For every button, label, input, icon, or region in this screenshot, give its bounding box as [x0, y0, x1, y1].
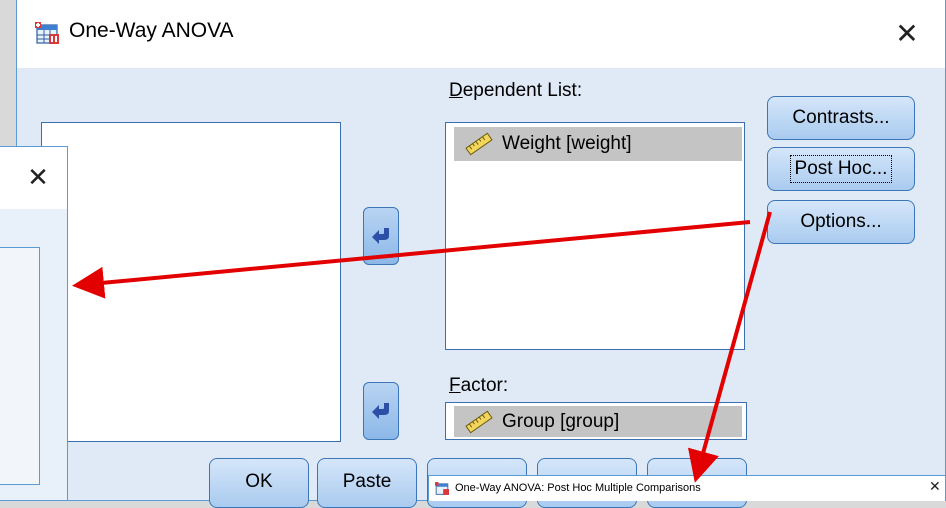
app-table-icon [35, 22, 59, 44]
factor-field[interactable]: Group [group] [445, 402, 747, 440]
move-to-dependent-button[interactable] [363, 207, 399, 265]
ruler-icon [465, 410, 493, 433]
close-button[interactable]: ✕ [885, 14, 929, 54]
options-dialog-partial: ✕ [0, 146, 68, 501]
factor-label: Factor: [449, 375, 509, 396]
move-to-factor-button[interactable] [363, 382, 399, 440]
close-button[interactable]: ✕ [929, 478, 941, 495]
curved-arrow-icon [372, 228, 389, 244]
dependent-list[interactable]: Weight [weight] [445, 122, 745, 350]
post-hoc-button[interactable]: Post Hoc... [767, 147, 915, 191]
one-way-anova-dialog: One-Way ANOVA ✕ Dependent List: Weight [… [16, 0, 946, 508]
list-item[interactable]: Weight [weight] [454, 127, 742, 161]
post-hoc-button-label: Post Hoc... [789, 155, 893, 183]
options-button-label: Options... [800, 211, 882, 232]
dependent-list-label: Dependent List: [449, 80, 583, 101]
curved-arrow-icon [372, 403, 389, 419]
options-button[interactable]: Options... [767, 200, 915, 244]
app-table-icon [435, 482, 449, 495]
source-variable-list[interactable] [41, 122, 341, 442]
close-button[interactable]: ✕ [20, 157, 56, 197]
options-dialog-titlebar[interactable]: ✕ [0, 147, 67, 209]
factor-item[interactable]: Group [group] [454, 406, 742, 437]
post-hoc-dialog-title: One-Way ANOVA: Post Hoc Multiple Compari… [455, 482, 701, 494]
dialog-titlebar[interactable]: One-Way ANOVA ✕ [17, 0, 945, 68]
ruler-icon [465, 132, 493, 156]
contrasts-button[interactable]: Contrasts... [767, 96, 915, 140]
post-hoc-dialog-partial[interactable]: One-Way ANOVA: Post Hoc Multiple Compari… [428, 475, 946, 501]
dependent-item-label: Weight [weight] [502, 133, 632, 154]
ok-button-label: OK [245, 471, 273, 492]
contrasts-button-label: Contrasts... [792, 107, 890, 128]
paste-button-label: Paste [342, 471, 392, 492]
dialog-title: One-Way ANOVA [69, 19, 234, 42]
factor-item-label: Group [group] [502, 410, 620, 432]
options-dialog-group-box [0, 247, 40, 485]
